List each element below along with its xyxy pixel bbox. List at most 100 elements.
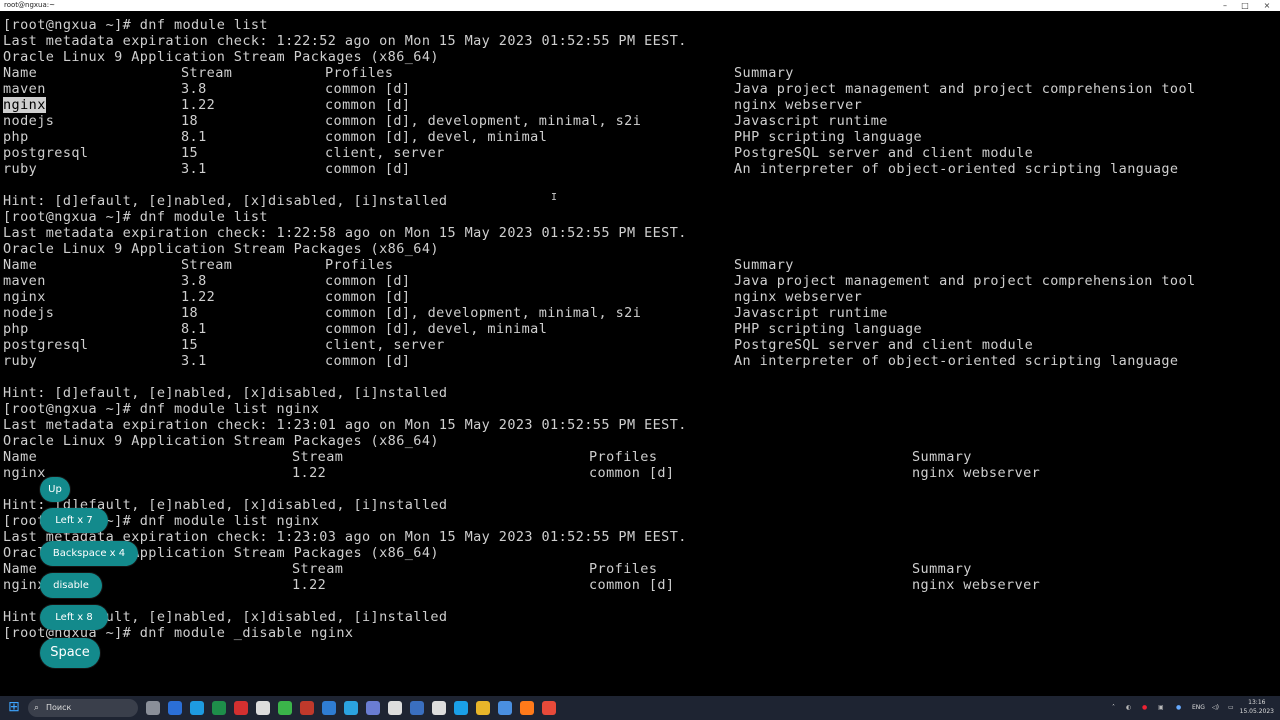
key-overlay-disable: disable [40,573,102,598]
terminal-cell: Summary [912,449,972,465]
terminal-cell: Profiles [589,449,658,465]
tray-up-arrow-icon[interactable]: ˄ [1112,696,1115,720]
terminal-line: Name Stream Profiles Summary [3,449,1273,465]
notepad-icon[interactable] [476,701,490,715]
chrome-alt-icon[interactable] [542,701,556,715]
terminal-cell: Name [3,65,38,81]
tray-record-icon[interactable]: ● [1142,696,1147,720]
close-button[interactable]: × [1256,0,1278,11]
window-title: root@ngxua:~ [4,1,56,9]
terminal-line: [root@ngxua ~]# dnf module list [3,209,268,225]
terminal-cell: 3.1 [181,353,207,369]
terminal-line: Oracle Linux 9 Application Stream Packag… [3,433,439,449]
terminal-cell: ruby [3,161,38,177]
tray-app-icon-2[interactable]: ▣ [1158,696,1164,720]
terminal-cell: Name [3,561,38,577]
terminal-cell: common [d], devel, minimal [325,321,548,337]
text-cursor-icon: I [551,192,558,203]
clock[interactable]: 13:16 15.05.2023 [1240,698,1274,716]
terminal-cell: An interpreter of object-oriented script… [734,353,1179,369]
terminal-cell: 3.8 [181,81,207,97]
terminal-cell: Stream [292,449,344,465]
tray-app-icon[interactable]: ◐ [1126,696,1131,720]
key-overlay-backspace-4: Backspace x 4 [40,541,138,566]
terminal-cell: 15 [181,337,199,353]
maximize-button[interactable]: □ [1234,0,1256,11]
terminal-line: [root@ngxua ~]# dnf module list nginx [3,401,320,417]
app-red-icon[interactable] [300,701,314,715]
terminal-cell: 15 [181,145,199,161]
terminal-cell: Profiles [325,257,394,273]
word-icon[interactable] [168,701,182,715]
terminal-cell: nginx [3,465,46,481]
terminal-line: Last metadata expiration check: 1:22:58 … [3,225,687,241]
terminal-cell: common [d] [325,97,411,113]
folder-icon[interactable] [454,701,468,715]
app-blue-icon[interactable] [322,701,336,715]
task-view-icon[interactable] [146,701,160,715]
terminal-line: [root@ngxua ~]# dnf module list [3,17,268,33]
edge-icon[interactable] [190,701,204,715]
battery-icon[interactable]: ▭ [1228,696,1234,720]
terminal-line: maven 3.8 common [d] Java project managemen… [3,81,1273,97]
terminal-line: nginx 1.22 common [d] nginx webserver [3,577,1273,593]
firefox-icon[interactable] [498,701,512,715]
terminal-cell: 3.8 [181,273,207,289]
excel-icon[interactable] [212,701,226,715]
terminal-cell: An interpreter of object-oriented script… [734,161,1179,177]
terminal-cell: 1.22 [181,97,216,113]
terminal-cell: php [3,321,29,337]
minimize-button[interactable]: – [1214,0,1236,11]
terminal-cell: client, server [325,145,445,161]
terminal-cell: 3.1 [181,161,207,177]
tray-network-icon[interactable]: ● [1176,696,1181,720]
telegram-icon[interactable] [344,701,358,715]
chrome-icon[interactable] [520,701,534,715]
terminal-cell: common [d] [325,289,411,305]
terminal-line: nginx 1.22 common [d] nginx webserver [3,97,1273,113]
terminal-icon[interactable] [388,701,402,715]
terminal-cell: maven [3,273,46,289]
terminal-cell: Stream [181,65,233,81]
terminal-cell: Stream [181,257,233,273]
terminal-line: nodejs 18 common [d], development, minimal… [3,305,1273,321]
language-indicator[interactable]: ENG [1192,696,1205,720]
terminal-line: Hint: [d]efault, [e]nabled, [x]disabled,… [3,385,448,401]
terminal-cell: 18 [181,305,199,321]
terminal-cell: 1.22 [292,577,327,593]
terminal-line: ruby 3.1 common [d] An interpreter of objec… [3,161,1273,177]
taskbar: ⊞ ⌕ Поиск ˄ ◐ ● ▣ ● ENG ◁) ▭ 13:16 15.05… [0,696,1280,720]
search-icon: ⌕ [34,703,40,713]
key-overlay-space: Space [40,638,100,668]
terminal-cell: nginx webserver [912,465,1041,481]
terminal-line: php 8.1 common [d], devel, minimal PHP scri… [3,129,1273,145]
terminal-cell: ruby [3,353,38,369]
window-titlebar[interactable]: root@ngxua:~ – □ × [0,0,1280,11]
volume-icon[interactable]: ◁) [1212,696,1219,720]
taskbar-search[interactable]: ⌕ Поиск [28,699,138,717]
terminal-window[interactable]: [root@ngxua ~]# dnf module list Last meta… [0,11,1280,696]
terminal-line: Name Stream Profiles Summary [3,561,1273,577]
app-icon-2[interactable] [366,701,380,715]
terminal-cell: postgresql [3,337,89,353]
terminal-cell: Summary [734,65,794,81]
terminal-cell: Summary [734,257,794,273]
terminal-cell: PHP scripting language [734,321,923,337]
opera-icon[interactable] [234,701,248,715]
skype-icon[interactable] [432,701,446,715]
windows-start-icon[interactable]: ⊞ [6,700,22,716]
greenshot-icon[interactable] [278,701,292,715]
app-icon[interactable] [256,701,270,715]
terminal-cell: common [d] [325,353,411,369]
terminal-cell: nginx webserver [734,97,863,113]
terminal-cell: Java project management and project comp… [734,273,1196,289]
terminal-line: Oracle Linux 9 Application Stream Packag… [3,49,439,65]
terminal-line: maven 3.8 common [d] Java project managemen… [3,273,1273,289]
terminal-line: nodejs 18 common [d], development, minimal… [3,113,1273,129]
key-overlay-up: Up [40,477,70,502]
terminal-cell: PostgreSQL server and client module [734,145,1034,161]
terminal-cell: nodejs [3,113,55,129]
terminal-cell: nginx webserver [734,289,863,305]
terminal-cell: Javascript runtime [734,113,888,129]
app-icon-3[interactable] [410,701,424,715]
